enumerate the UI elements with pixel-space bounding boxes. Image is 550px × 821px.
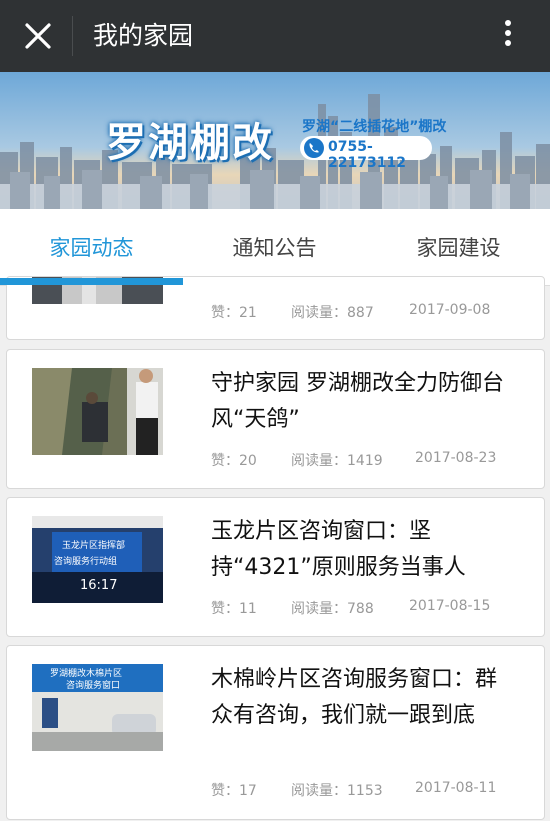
article-reads: 阅读量：1153 bbox=[291, 783, 383, 799]
article-title: 守护家园 罗湖棚改全力防御台风“天鸽” bbox=[211, 371, 504, 432]
article-card[interactable]: 玉龙片区指挥部 咨询服务行动组 16:17 玉龙片区咨询窗口：坚持“4321”原… bbox=[6, 497, 545, 637]
city-skyline-image bbox=[0, 94, 550, 209]
article-date: 2017-08-23 bbox=[415, 450, 497, 466]
article-card[interactable]: 赞：21 阅读量：887 2017-09-08 bbox=[6, 276, 545, 340]
article-title: 玉龙片区咨询窗口：坚持“4321”原则服务当事人 bbox=[211, 519, 466, 580]
article-thumbnail bbox=[32, 368, 163, 455]
article-card[interactable]: 罗湖棚改木棉片区 咨询服务窗口 木棉岭片区咨询服务窗口：群众有咨询，我们就一跟到… bbox=[6, 645, 545, 820]
tab-home-news[interactable]: 家园动态 bbox=[0, 209, 183, 285]
active-tab-indicator bbox=[0, 278, 183, 285]
banner-slogan: 罗湖“二线插花地”棚改 bbox=[302, 119, 447, 135]
banner-phone-number: 0755-22173112 bbox=[328, 139, 406, 171]
banner-phone: 0755-22173112 bbox=[300, 136, 432, 171]
article-reads: 阅读量：887 bbox=[291, 305, 374, 321]
tab-bar: 家园动态 通知公告 家园建设 bbox=[0, 209, 550, 286]
article-thumbnail: 玉龙片区指挥部 咨询服务行动组 16:17 bbox=[32, 516, 163, 603]
article-thumbnail: 罗湖棚改木棉片区 咨询服务窗口 bbox=[32, 664, 163, 751]
thumb-timestamp: 16:17 bbox=[80, 578, 118, 593]
article-title: 木棉岭片区咨询服务窗口：群众有咨询，我们就一跟到底 bbox=[211, 667, 498, 728]
article-date: 2017-08-15 bbox=[409, 598, 491, 614]
article-date: 2017-09-08 bbox=[409, 302, 491, 318]
thumb-caption: 咨询服务窗口 bbox=[66, 681, 121, 691]
article-date: 2017-08-11 bbox=[415, 780, 497, 796]
article-likes: 赞：20 bbox=[211, 453, 257, 469]
article-card[interactable]: 守护家园 罗湖棚改全力防御台风“天鸽” 赞：20 阅读量：1419 2017-0… bbox=[6, 349, 545, 489]
article-likes: 赞：11 bbox=[211, 601, 257, 617]
article-likes: 赞：21 bbox=[211, 305, 257, 321]
more-vertical-icon[interactable] bbox=[498, 16, 518, 56]
thumb-caption: 玉龙片区指挥部 bbox=[62, 541, 126, 551]
tab-home-construction[interactable]: 家园建设 bbox=[367, 209, 550, 285]
article-reads: 阅读量：1419 bbox=[291, 453, 383, 469]
close-icon[interactable] bbox=[20, 18, 56, 54]
article-reads: 阅读量：788 bbox=[291, 601, 374, 617]
title-bar: 我的家园 bbox=[0, 0, 550, 72]
phone-icon bbox=[304, 138, 324, 158]
article-likes: 赞：17 bbox=[211, 783, 257, 799]
tab-notices[interactable]: 通知公告 bbox=[183, 209, 366, 285]
page-title: 我的家园 bbox=[93, 21, 194, 50]
divider bbox=[72, 16, 73, 56]
banner[interactable]: 罗湖棚改 罗湖“二线插花地”棚改 0755-22173112 bbox=[0, 72, 550, 209]
thumb-caption: 咨询服务行动组 bbox=[54, 557, 118, 567]
banner-brand: 罗湖棚改 bbox=[106, 120, 274, 166]
